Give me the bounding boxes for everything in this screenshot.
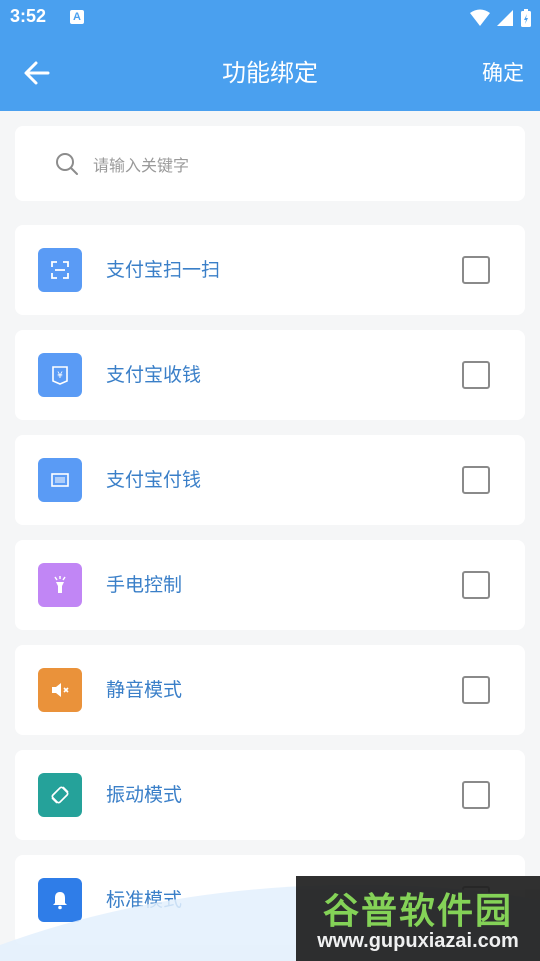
list-item-label: 支付宝收钱: [106, 364, 202, 386]
list-item-label: 支付宝扫一扫: [106, 259, 221, 281]
watermark-text-en: www.gupuxiazai.com: [317, 930, 519, 952]
list-item-label: 振动模式: [106, 784, 183, 806]
status-time: 3:52: [10, 6, 47, 26]
list-item-label: 手电控制: [106, 574, 183, 596]
watermark-logo: 谷普软件园 www.gupuxiazai.com: [296, 876, 540, 961]
scan-icon: [38, 248, 82, 292]
vibrate-icon: [38, 773, 82, 817]
battery-icon: [521, 9, 531, 27]
list-item-flashlight[interactable]: 手电控制: [15, 540, 525, 630]
app-bar: 功能绑定 确定: [0, 36, 540, 111]
search-input[interactable]: [91, 146, 495, 184]
signal-icon: [497, 10, 513, 26]
flashlight-icon: [38, 563, 82, 607]
list-item-alipay-scan[interactable]: 支付宝扫一扫: [15, 225, 525, 315]
watermark-text-cn: 谷普软件园: [322, 891, 513, 932]
search-bar: [15, 126, 525, 201]
list-item-alipay-receive[interactable]: ¥ 支付宝收钱: [15, 330, 525, 420]
list-item-silent-mode[interactable]: 静音模式: [15, 645, 525, 735]
page-title: 功能绑定: [222, 59, 318, 87]
list-item-label: 支付宝付钱: [106, 469, 202, 491]
checkbox[interactable]: [462, 361, 490, 389]
list-item-vibrate-mode[interactable]: 振动模式: [15, 750, 525, 840]
list-item-label: 静音模式: [106, 679, 183, 701]
confirm-button[interactable]: 确定: [482, 58, 524, 88]
notification-badge-icon: A: [70, 10, 84, 24]
svg-text:¥: ¥: [57, 371, 63, 381]
checkbox[interactable]: [462, 676, 490, 704]
checkbox[interactable]: [462, 256, 490, 284]
checkbox[interactable]: [462, 571, 490, 599]
checkbox[interactable]: [462, 781, 490, 809]
status-icons: [470, 8, 532, 28]
checkbox[interactable]: [462, 466, 490, 494]
receive-money-icon: ¥: [38, 353, 82, 397]
barcode-icon: [38, 458, 82, 502]
wifi-icon: [470, 9, 490, 26]
list-item-alipay-pay[interactable]: 支付宝付钱: [15, 435, 525, 525]
search-icon: [56, 153, 78, 175]
status-bar: 3:52 A: [0, 0, 540, 36]
mute-icon: [38, 668, 82, 712]
